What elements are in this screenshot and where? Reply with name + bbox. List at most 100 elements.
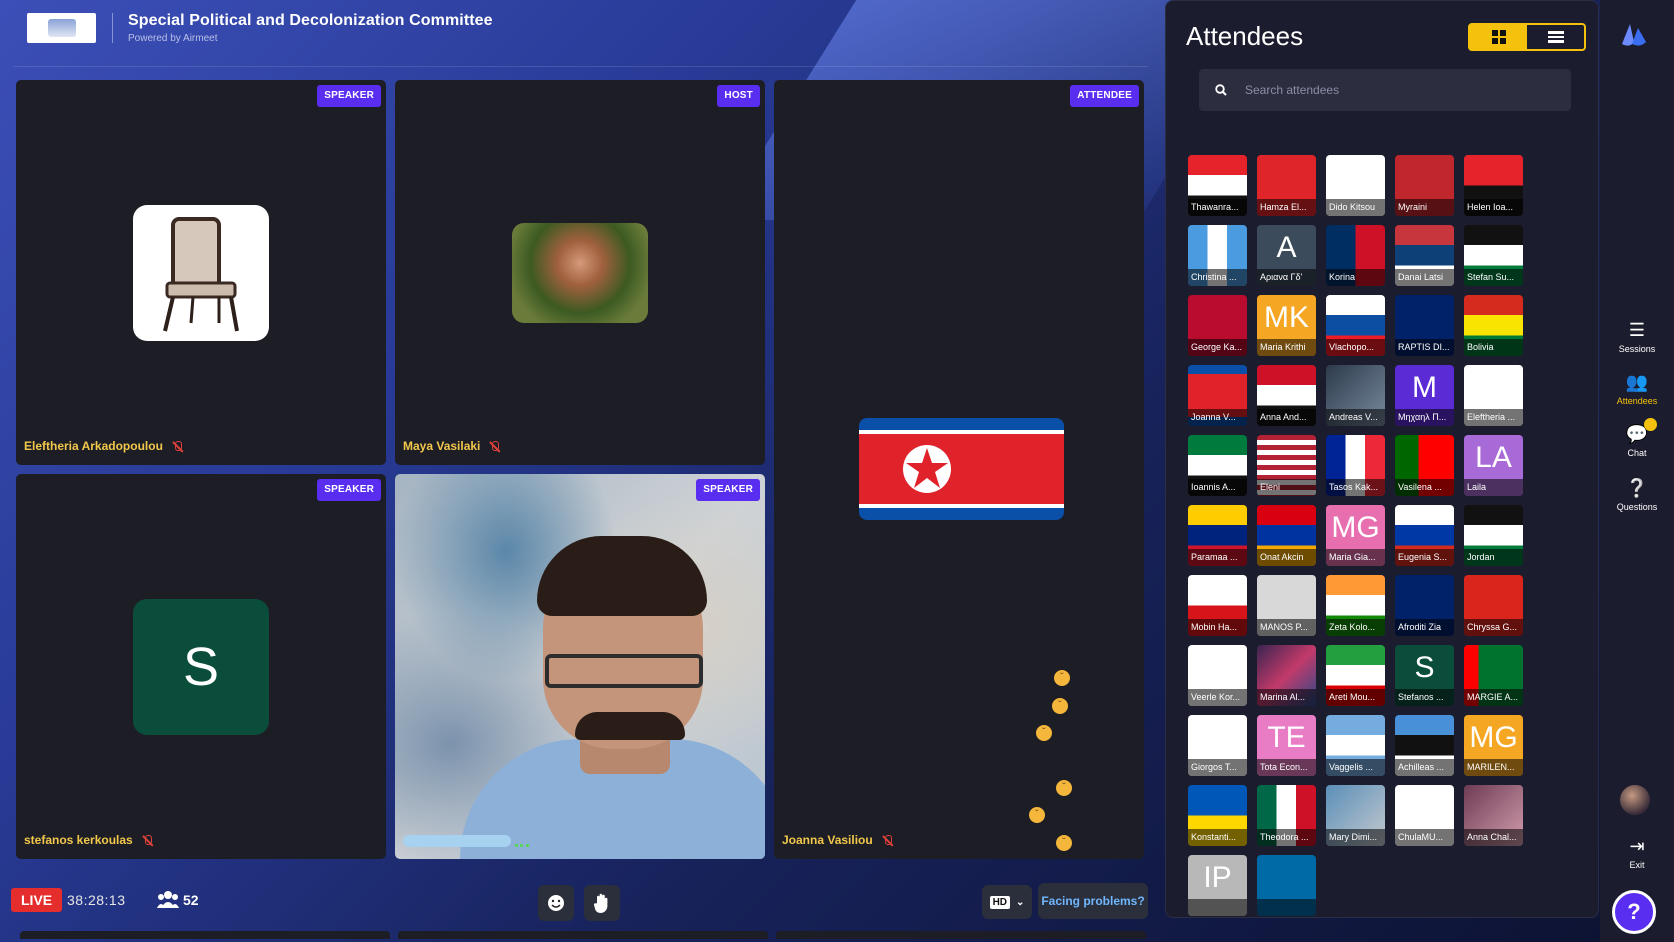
attendee-name: Achilleas ...	[1395, 759, 1454, 776]
attendee-card[interactable]: Stefan Su...	[1464, 225, 1523, 286]
attendee-name: Jordan	[1464, 549, 1523, 566]
sad-emoji-reaction: ˘	[1036, 725, 1052, 741]
attendee-grid: Thawanra... Hamza El... Dido Kitsou Myraini…	[1188, 155, 1528, 916]
attendee-card[interactable]: Anna And...	[1257, 365, 1316, 426]
video-tile-webcam[interactable]: SPEAKER	[395, 474, 765, 859]
attendee-card[interactable]: MG MARILEN...	[1464, 715, 1523, 776]
attendee-card[interactable]: Dido Kitsou	[1326, 155, 1385, 216]
rail-exit[interactable]: ⇥ Exit	[1600, 836, 1674, 870]
participant-name-label: Maya Vasilaki	[403, 439, 481, 453]
attendee-card[interactable]	[1257, 855, 1316, 916]
attendee-card[interactable]: Christina ...	[1188, 225, 1247, 286]
emoji-reaction-button[interactable]	[538, 885, 574, 921]
video-tile-joanna[interactable]: ATTENDEE ˘ ˘ ˘ ˘ ˘ ˘ Joanna Vasiliou	[774, 80, 1144, 859]
attendee-card[interactable]: Zeta Kolo...	[1326, 575, 1385, 636]
attendee-card[interactable]: Andreas V...	[1326, 365, 1385, 426]
rail-chat[interactable]: 💬 Chat	[1600, 424, 1674, 458]
attendee-card[interactable]: Myraini	[1395, 155, 1454, 216]
attendee-name	[1257, 899, 1316, 916]
user-avatar[interactable]	[1620, 785, 1650, 815]
sad-emoji-reaction: ˘	[1029, 807, 1045, 823]
video-quality-select[interactable]: HD ⌄	[982, 885, 1032, 919]
attendee-card[interactable]: Mary Dimi...	[1326, 785, 1385, 846]
attendee-card[interactable]: Helen Ioa...	[1464, 155, 1523, 216]
attendee-card[interactable]: A Αριανα Γδ'	[1257, 225, 1316, 286]
rail-questions[interactable]: ❔ Questions	[1600, 478, 1674, 512]
chat-notification-dot	[1644, 418, 1657, 431]
attendee-card[interactable]: Eleftheria ...	[1464, 365, 1523, 426]
attendee-card[interactable]: Korina	[1326, 225, 1385, 286]
grid-view-button[interactable]	[1470, 25, 1527, 49]
participant-name: Joanna Vasiliou	[782, 833, 894, 847]
attendee-card[interactable]: Onat Akcin	[1257, 505, 1316, 566]
attendee-card[interactable]: Theodora ...	[1257, 785, 1316, 846]
attendee-name: Anna Chal...	[1464, 829, 1523, 846]
attendee-card[interactable]: IP	[1188, 855, 1247, 916]
facing-problems-button[interactable]: Facing problems?	[1038, 883, 1148, 919]
rail-sessions[interactable]: ☰ Sessions	[1600, 320, 1674, 354]
attendee-name: Afroditi Zia	[1395, 619, 1454, 636]
attendee-card[interactable]: Danai Latsi	[1395, 225, 1454, 286]
attendee-card[interactable]: TE Tota Econ...	[1257, 715, 1316, 776]
video-tile-stefanos[interactable]: SPEAKER S stefanos kerkoulas	[16, 474, 386, 859]
attendee-name: Helen Ioa...	[1464, 199, 1523, 216]
attendee-card[interactable]: Bolivia	[1464, 295, 1523, 356]
attendee-card[interactable]: RAPTIS DI...	[1395, 295, 1454, 356]
attendee-card[interactable]: Giorgos T...	[1188, 715, 1247, 776]
attendee-initials: TE	[1267, 721, 1306, 754]
rail-attendees[interactable]: 👥 Attendees	[1600, 372, 1674, 406]
attendee-card[interactable]: Anna Chal...	[1464, 785, 1523, 846]
attendee-card[interactable]: Afroditi Zia	[1395, 575, 1454, 636]
attendee-card[interactable]: Mobin Ha...	[1188, 575, 1247, 636]
event-logo	[27, 13, 96, 43]
attendee-card[interactable]: Eugenia S...	[1395, 505, 1454, 566]
attendee-card[interactable]: Marina Al...	[1257, 645, 1316, 706]
attendee-card[interactable]: George Ka...	[1188, 295, 1247, 356]
attendee-name: Paramaa ...	[1188, 549, 1247, 566]
search-input[interactable]	[1245, 83, 1535, 97]
attendee-card[interactable]: MANOS P...	[1257, 575, 1316, 636]
video-tile-eleftheria[interactable]: SPEAKER Eleftheria Arkadopoulou	[16, 80, 386, 465]
attendee-name: MARILEN...	[1464, 759, 1523, 776]
help-button[interactable]: ?	[1612, 890, 1656, 934]
attendee-card[interactable]: Joanna V...	[1188, 365, 1247, 426]
role-badge: SPEAKER	[317, 479, 381, 501]
attendee-card[interactable]: S Stefanos ...	[1395, 645, 1454, 706]
attendee-card[interactable]: Vasilena ...	[1395, 435, 1454, 496]
attendee-card[interactable]: Paramaa ...	[1188, 505, 1247, 566]
smiley-icon	[548, 895, 564, 911]
attendee-card[interactable]: Achilleas ...	[1395, 715, 1454, 776]
attendee-card[interactable]: Ioannis A...	[1188, 435, 1247, 496]
list-view-button[interactable]	[1527, 25, 1584, 49]
powered-by-label: Powered by Airmeet	[128, 33, 218, 44]
attendee-name: MANOS P...	[1257, 619, 1316, 636]
attendee-card[interactable]: Vaggelis ...	[1326, 715, 1385, 776]
video-tile-maya[interactable]: HOST Maya Vasilaki	[395, 80, 765, 465]
session-timer: 38:28:13	[67, 892, 126, 908]
attendee-card[interactable]: MARGIE A...	[1464, 645, 1523, 706]
attendee-card[interactable]: MK Maria Krithi	[1257, 295, 1316, 356]
attendee-card[interactable]: Jordan	[1464, 505, 1523, 566]
attendee-card[interactable]: Thawanra...	[1188, 155, 1247, 216]
attendee-name: Chryssa G...	[1464, 619, 1523, 636]
attendee-name: Tota Econ...	[1257, 759, 1316, 776]
attendee-card[interactable]: MG Maria Gia...	[1326, 505, 1385, 566]
attendee-name: Andreas V...	[1326, 409, 1385, 426]
attendee-card[interactable]: Veerle Kor...	[1188, 645, 1247, 706]
attendee-card[interactable]: Konstanti...	[1188, 785, 1247, 846]
attendee-name: Joanna V...	[1188, 409, 1247, 426]
attendee-card[interactable]: ChulaMU...	[1395, 785, 1454, 846]
attendee-card[interactable]: Hamza El...	[1257, 155, 1316, 216]
attendee-card[interactable]: Tasos Kak...	[1326, 435, 1385, 496]
attendee-card[interactable]: Vlachopo...	[1326, 295, 1385, 356]
attendee-name: Αριανα Γδ'	[1257, 269, 1316, 286]
attendee-name	[1188, 899, 1247, 916]
attendee-card[interactable]: LA Laila	[1464, 435, 1523, 496]
raise-hand-button[interactable]	[584, 885, 620, 921]
search-icon	[1215, 84, 1227, 96]
attendee-card[interactable]: Areti Mou...	[1326, 645, 1385, 706]
attendee-card[interactable]: Chryssa G...	[1464, 575, 1523, 636]
attendee-card[interactable]: M Μηχαηλ Π...	[1395, 365, 1454, 426]
attendee-card[interactable]: Eleni	[1257, 435, 1316, 496]
mic-off-icon	[488, 440, 501, 453]
